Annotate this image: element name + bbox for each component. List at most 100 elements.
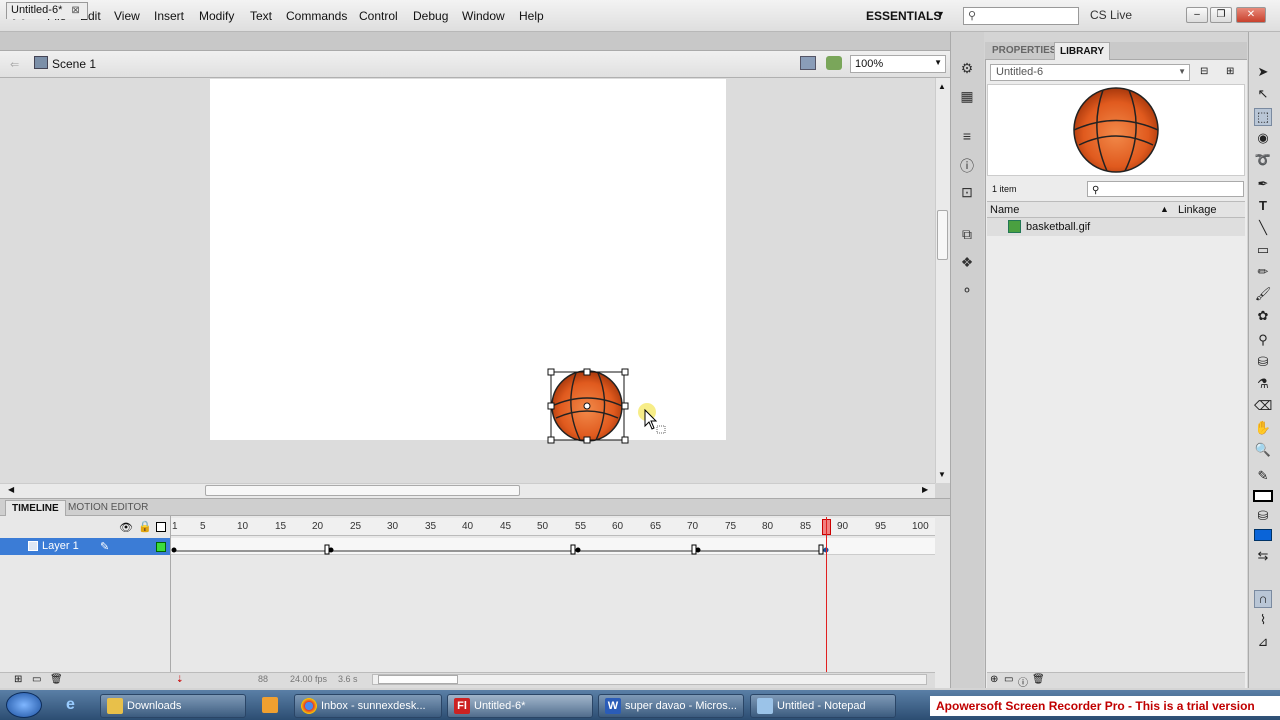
line-tool-icon[interactable]: ╲ (1254, 220, 1272, 238)
zoom-select[interactable]: 100% ▼ (850, 55, 946, 73)
stage-vertical-scrollbar[interactable] (935, 78, 950, 483)
swap-colors-icon[interactable]: ⇆ (1254, 548, 1272, 566)
minimize-button[interactable]: – (1186, 7, 1208, 23)
menu-text[interactable]: Text (250, 9, 272, 23)
swatches-icon[interactable]: ▦ (958, 88, 976, 104)
eye-icon[interactable]: 👁 (119, 521, 133, 534)
scroll-left-icon[interactable]: ◀ (8, 485, 14, 494)
tab-motion-editor[interactable]: MOTION EDITOR (62, 500, 154, 516)
color-panel-icon[interactable]: ⚙ (958, 60, 976, 76)
playhead[interactable] (826, 517, 827, 672)
properties-icon[interactable]: ⓘ (1018, 674, 1028, 689)
pin-icon[interactable]: ⊟ (1200, 66, 1208, 77)
workspace-switcher[interactable]: ESSENTIALS (866, 9, 941, 23)
tab-properties[interactable]: PROPERTIES (988, 44, 1060, 57)
menu-insert[interactable]: Insert (154, 9, 184, 23)
document-tab[interactable]: Untitled-6* ⊠ (6, 2, 88, 19)
actions-icon[interactable]: ⧉ (958, 226, 976, 242)
column-linkage[interactable]: Linkage (1178, 204, 1217, 216)
stroke-color-icon[interactable]: ✎ (1254, 468, 1272, 486)
paint-bucket-tool-icon[interactable]: ⛁ (1254, 354, 1272, 372)
new-symbol-icon[interactable]: ⊕ (990, 674, 998, 685)
edit-scene-icon[interactable] (800, 56, 816, 70)
scene-label[interactable]: Scene 1 (52, 57, 96, 71)
help-search-input[interactable]: ⚲ (963, 7, 1079, 25)
smooth-icon[interactable]: ⌇ (1254, 612, 1272, 630)
taskbar-downloads[interactable]: Downloads (100, 694, 246, 718)
library-item-label[interactable]: basketball.gif (1026, 221, 1090, 233)
tab-timeline[interactable]: TIMELINE (5, 500, 66, 516)
lasso-tool-icon[interactable]: ➰ (1254, 152, 1272, 170)
frame-rate[interactable]: 24.00 fps (290, 674, 327, 684)
library-document-select[interactable]: Untitled-6 ▼ (990, 64, 1190, 81)
delete-icon[interactable]: 🗑 (1032, 674, 1045, 685)
3d-rotation-tool-icon[interactable]: ◉ (1254, 130, 1272, 148)
edit-symbols-icon[interactable] (826, 56, 842, 70)
lock-icon[interactable]: 🔒 (138, 520, 152, 533)
menu-commands[interactable]: Commands (286, 9, 347, 23)
bone-tool-icon[interactable]: ⚲ (1254, 332, 1272, 350)
components-icon[interactable]: ❖ (958, 254, 976, 270)
menu-modify[interactable]: Modify (199, 9, 234, 23)
selection-tool-icon[interactable]: ➤ (1254, 64, 1272, 82)
subselection-tool-icon[interactable]: ↖ (1254, 86, 1272, 104)
new-folder-icon[interactable]: ▭ (32, 674, 41, 685)
close-button[interactable]: ✕ (1236, 7, 1266, 23)
scroll-up-icon[interactable]: ▲ (938, 82, 946, 91)
deco-tool-icon[interactable]: ✿ (1254, 308, 1272, 326)
vertical-scroll-thumb[interactable] (937, 210, 948, 260)
scroll-down-icon[interactable]: ▼ (938, 470, 946, 479)
new-folder-icon[interactable]: ▭ (1004, 674, 1013, 685)
column-name[interactable]: Name (990, 204, 1019, 216)
new-library-panel-icon[interactable]: ⊞ (1226, 66, 1234, 77)
taskbar-flash[interactable]: Fl Untitled-6* (447, 694, 593, 718)
chevron-down-icon[interactable]: ▼ (936, 9, 945, 19)
transform-icon[interactable]: ⊡ (958, 184, 976, 200)
horizontal-scroll-thumb[interactable] (205, 485, 520, 496)
start-button[interactable] (6, 692, 42, 718)
taskbar-chrome[interactable]: Inbox - sunnexdesk... (294, 694, 442, 718)
layer-color-icon[interactable] (156, 542, 166, 552)
menu-view[interactable]: View (114, 9, 140, 23)
text-tool-icon[interactable]: T (1254, 198, 1272, 216)
pen-tool-icon[interactable]: ✒ (1254, 176, 1272, 194)
menu-debug[interactable]: Debug (413, 9, 448, 23)
hand-tool-icon[interactable]: ✋ (1254, 420, 1272, 438)
straighten-icon[interactable]: ⊿ (1254, 634, 1272, 652)
rectangle-tool-icon[interactable]: ▭ (1254, 242, 1272, 260)
outline-icon[interactable] (156, 522, 166, 532)
fill-color-icon[interactable]: ⛁ (1254, 508, 1272, 526)
eyedropper-tool-icon[interactable]: ⚗ (1254, 376, 1272, 394)
eraser-tool-icon[interactable]: ⌫ (1254, 398, 1272, 416)
free-transform-tool-icon[interactable]: ⬚ (1254, 108, 1272, 126)
info-icon[interactable]: ⓘ (958, 156, 976, 174)
align-icon[interactable]: ≡ (958, 128, 976, 144)
pencil-tool-icon[interactable]: ✏ (1254, 264, 1272, 282)
taskbar-word[interactable]: W super davao - Micros... (598, 694, 744, 718)
brush-tool-icon[interactable]: 🖌 (1254, 286, 1272, 304)
back-arrow-icon[interactable]: ⇐ (10, 58, 19, 71)
scroll-right-icon[interactable]: ▶ (922, 485, 928, 494)
delete-icon[interactable]: 🗑 (50, 674, 63, 685)
menu-window[interactable]: Window (462, 9, 505, 23)
center-frame-icon[interactable]: ⇣ (176, 674, 184, 685)
sort-up-icon[interactable]: ▲ (1160, 204, 1169, 214)
zoom-tool-icon[interactable]: 🔍 (1254, 442, 1272, 460)
snap-to-objects-icon[interactable]: ∩ (1254, 590, 1272, 608)
basketball-instance[interactable] (546, 368, 630, 444)
fill-color-swatch[interactable] (1254, 529, 1272, 541)
motion-presets-icon[interactable]: ⚬ (958, 282, 976, 298)
cs-live-button[interactable]: CS Live (1090, 8, 1132, 22)
menu-help[interactable]: Help (519, 9, 544, 23)
menu-control[interactable]: Control (359, 9, 398, 23)
close-icon[interactable]: ⊠ (71, 5, 79, 16)
media-player-icon[interactable] (262, 697, 278, 713)
tab-library[interactable]: LIBRARY (1054, 42, 1111, 60)
timeline-scroll-thumb[interactable] (378, 675, 458, 684)
stage[interactable] (210, 79, 726, 440)
new-layer-icon[interactable]: ⊞ (14, 674, 22, 685)
ie-icon[interactable]: e (66, 696, 75, 714)
library-search-input[interactable]: ⚲ (1087, 181, 1244, 197)
taskbar-notepad[interactable]: Untitled - Notepad (750, 694, 896, 718)
maximize-button[interactable]: ❐ (1210, 7, 1232, 23)
